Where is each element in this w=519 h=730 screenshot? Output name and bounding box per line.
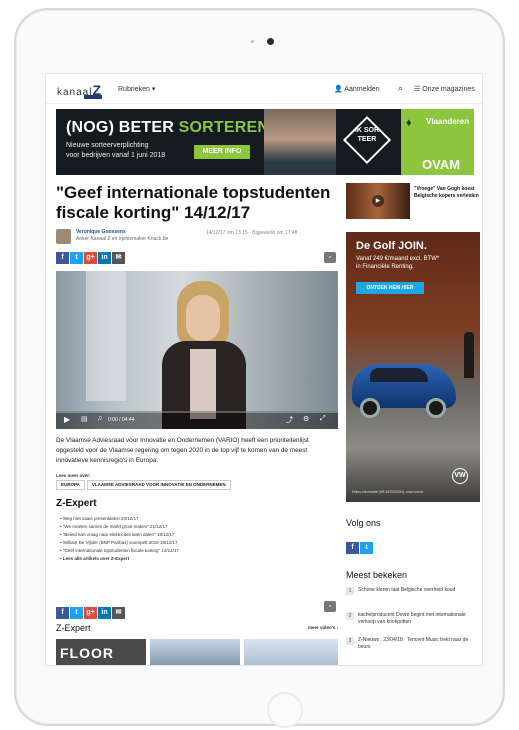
video-person-shirt	[190, 349, 216, 419]
teaser-title[interactable]: "Vroege" Van Gogh koest Belgische kopers…	[414, 186, 480, 200]
read-more-label: Lees meer over:	[56, 473, 91, 478]
video-background-window	[86, 271, 126, 401]
ad-cta-button[interactable]: ONTDEK HEM HIER	[356, 282, 424, 294]
ad-title: De Golf JOIN.	[356, 240, 427, 252]
video-thumbnail[interactable]: FLOOR	[56, 639, 146, 665]
video-thumbnail[interactable]	[244, 639, 338, 665]
vw-logo-icon: VW	[452, 468, 468, 484]
video-player[interactable]: ▶ ▤ ♫ 0:00 / 04:44 ⤴ ⚙ ⤢	[56, 271, 338, 429]
share-bar-bottom: f t g+ in ✉	[56, 601, 126, 619]
tag-list: EUROPA VLAAMSE ADVIESRAAD VOOR INNOVATIE …	[56, 480, 233, 490]
rank-number: 1	[346, 587, 354, 595]
most-read-title[interactable]: Z-Nieuws : 23/04/18 : Tencent Music trek…	[358, 637, 482, 651]
banner-text-1: Nieuwe sorteerverplichting	[66, 142, 149, 149]
author-role: Anker Kanaal Z en opiniemaker Knack.be	[76, 236, 169, 242]
ad-subtext: in Financiële Renting.	[356, 264, 414, 270]
article-date: 14/12/17 om 13:15 - Bijgewerkt om 17:48	[206, 230, 298, 236]
tag-vario[interactable]: VLAAMSE ADVIESRAAD VOOR INNOVATIE EN OND…	[86, 480, 231, 490]
list-item[interactable]: • "We moeten samen de markt groot maken"…	[60, 523, 179, 531]
googleplus-share-icon[interactable]: g+	[84, 252, 97, 264]
list-item[interactable]: • Lees alle artikels over Z-Expert	[60, 555, 179, 563]
comment-icon[interactable]: ▫	[324, 252, 336, 263]
video-time: 0:00 / 04:44	[108, 417, 135, 423]
comment-icon[interactable]: ▫	[324, 601, 336, 612]
googleplus-share-icon[interactable]: g+	[84, 607, 97, 619]
screen: kanaalZ Rubrieken ▾ 👤 Aanmelden ⌕ ☰ Onze…	[45, 73, 483, 666]
zexpert-list: • Weg met saaie presentaties! 23/12/17 •…	[60, 515, 179, 563]
logo-underline	[84, 95, 102, 99]
play-icon[interactable]: ▶	[372, 195, 384, 207]
zexpert-heading: Z-Expert	[56, 498, 97, 509]
camera-icon	[267, 38, 274, 45]
twitter-share-icon[interactable]: t	[70, 607, 83, 619]
lion-icon: ♦	[406, 117, 412, 129]
mail-share-icon[interactable]: ✉	[112, 252, 125, 264]
article-body: De Vlaamse Adviesraad voor Innovatie en …	[56, 437, 309, 464]
zexpert-video-heading: Z-Expert	[56, 623, 91, 633]
linkedin-share-icon[interactable]: in	[98, 607, 111, 619]
car-window	[370, 368, 428, 382]
vlaanderen-label: Vlaanderen	[426, 117, 470, 126]
author-name[interactable]: Veronique Goossens	[76, 229, 126, 235]
banner-text-2: voor bedrijven vanaf 1 juni 2018	[66, 152, 166, 159]
mail-share-icon[interactable]: ✉	[112, 607, 125, 619]
search-icon[interactable]: ⌕	[398, 83, 403, 94]
volume-icon[interactable]: ♫	[97, 415, 102, 422]
video-thumbnail[interactable]	[150, 639, 240, 665]
linkedin-share-icon[interactable]: in	[98, 252, 111, 264]
most-read-heading: Meest bekeken	[346, 570, 408, 580]
follow-icons: ft	[346, 536, 373, 554]
magazines-menu[interactable]: ☰ Onze magazines	[414, 85, 475, 93]
author-avatar	[56, 229, 71, 244]
video-progress-bar[interactable]	[56, 411, 338, 413]
gear-icon[interactable]: ⚙	[303, 415, 309, 423]
subtitles-icon[interactable]: ▤	[81, 415, 88, 423]
login-link[interactable]: 👤 Aanmelden	[334, 85, 380, 93]
tag-europa[interactable]: EUROPA	[56, 480, 85, 490]
video-share-icon[interactable]: ⤴	[286, 415, 293, 425]
sidebar-ad[interactable]: De Golf JOIN. Vanaf 249 €/maand excl. BT…	[346, 232, 480, 502]
video-controls: ▶ ▤ ♫ 0:00 / 04:44 ⤴ ⚙ ⤢	[56, 411, 338, 429]
facebook-share-icon[interactable]: f	[56, 607, 69, 619]
ad-banner[interactable]: (NOG) BETER SORTEREN? Nieuwe sorteerverp…	[56, 109, 474, 175]
facebook-icon[interactable]: f	[346, 542, 359, 554]
car-wheel	[360, 398, 380, 418]
follow-heading: Volg ons	[346, 518, 381, 528]
ad-person	[464, 332, 474, 378]
article-title: "Geef internationale topstudenten fiscal…	[56, 183, 331, 222]
list-item[interactable]: • "Geef internationale topstudenten fisc…	[60, 547, 179, 555]
list-item[interactable]: • William De Vijlder (BNP Paribas) voors…	[60, 539, 179, 547]
more-videos-link[interactable]: meer video's ›	[308, 625, 338, 630]
top-navigation: kanaalZ Rubrieken ▾ 👤 Aanmelden ⌕ ☰ Onze…	[46, 74, 482, 104]
list-item[interactable]: • "Beleid kan vraag naar elektriciteit l…	[60, 531, 179, 539]
ad-price: Vanaf 249 €/maand excl. BTW*	[356, 256, 440, 262]
twitter-icon[interactable]: t	[360, 542, 373, 554]
ad-footer: Milieu-informatie (KB 19/03/2004): www.v…	[352, 490, 424, 494]
ovam-logo: OVAM	[422, 157, 461, 172]
share-bar-top: f t g+ in ✉	[56, 252, 126, 264]
twitter-share-icon[interactable]: t	[70, 252, 83, 264]
sorteer-badge-text: IK SOR TEER	[354, 127, 380, 143]
most-read-title[interactable]: kachelproducent Dovre begint met interna…	[358, 612, 482, 626]
most-read-title[interactable]: Schone kleren laat Belgische overheid ko…	[358, 587, 482, 594]
play-icon[interactable]: ▶	[64, 415, 70, 424]
banner-cta-button[interactable]: MEER INFO	[194, 145, 250, 159]
home-button[interactable]	[267, 692, 303, 728]
list-item[interactable]: • Weg met saaie presentaties! 23/12/17	[60, 515, 179, 523]
rubrieken-menu[interactable]: Rubrieken ▾	[118, 85, 155, 93]
fullscreen-icon[interactable]: ⤢	[320, 415, 326, 423]
facebook-share-icon[interactable]: f	[56, 252, 69, 264]
banner-photo	[264, 109, 336, 175]
sensor-icon	[251, 40, 254, 43]
rank-number: 3	[346, 637, 354, 645]
car-wheel	[426, 398, 446, 418]
banner-headline: (NOG) BETER SORTEREN?	[66, 119, 280, 136]
rank-number: 2	[346, 612, 354, 620]
video-person-face	[186, 295, 220, 341]
